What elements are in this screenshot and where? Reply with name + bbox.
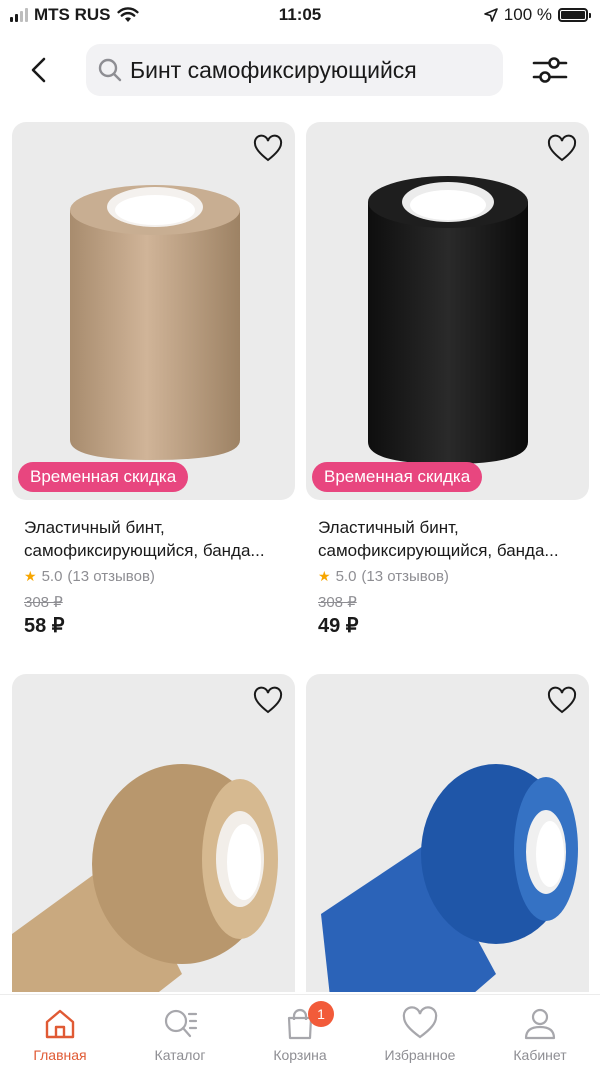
product-image[interactable]: Временная скидка xyxy=(306,122,589,500)
bottom-tab-bar: Главная Каталог 1 Корзина Избранное Каби… xyxy=(0,994,600,1066)
product-image[interactable] xyxy=(12,674,295,992)
rating-value: 5.0 xyxy=(41,568,63,585)
product-title[interactable]: Эластичный бинт, самофиксирующийся, банд… xyxy=(306,516,582,562)
current-price: 58 ₽ xyxy=(24,615,65,637)
tab-favorites[interactable]: Избранное xyxy=(360,995,480,1067)
product-card[interactable] xyxy=(306,674,589,992)
search-icon xyxy=(98,58,122,82)
profile-icon xyxy=(524,1008,556,1040)
home-icon xyxy=(45,1009,75,1039)
reviews-count: (13 отзывов) xyxy=(67,568,155,585)
product-card[interactable]: Временная скидка Эластичный бинт, самофи… xyxy=(12,122,295,638)
tab-cart[interactable]: 1 Корзина xyxy=(240,995,360,1067)
product-card[interactable]: Временная скидка Эластичный бинт, самофи… xyxy=(306,122,589,638)
heart-icon xyxy=(402,1006,438,1039)
search-input[interactable] xyxy=(130,56,490,84)
discount-badge: Временная скидка xyxy=(18,462,189,492)
tab-label: Главная xyxy=(33,1047,87,1063)
old-price: 308 ₽ xyxy=(24,594,63,611)
favorite-heart-icon[interactable] xyxy=(547,134,577,164)
bandage-roll-image xyxy=(368,176,528,464)
catalog-search-icon xyxy=(164,1009,198,1038)
product-grid: Временная скидка Эластичный бинт, самофи… xyxy=(0,122,600,992)
tab-catalog[interactable]: Каталог xyxy=(120,995,240,1067)
bandage-roll-image xyxy=(321,764,578,992)
product-image[interactable]: Временная скидка xyxy=(12,122,295,500)
tab-label: Каталог xyxy=(154,1047,206,1063)
rating-value: 5.0 xyxy=(335,568,357,585)
tab-label: Корзина xyxy=(273,1047,327,1063)
product-title-line1: Эластичный бинт, xyxy=(24,518,165,537)
favorite-heart-icon[interactable] xyxy=(253,134,283,164)
product-rating: ★ 5.0 (13 отзывов) xyxy=(306,568,589,585)
discount-badge: Временная скидка xyxy=(312,462,483,492)
star-icon: ★ xyxy=(24,568,37,584)
reviews-count: (13 отзывов) xyxy=(361,568,449,585)
status-right: 100 % xyxy=(483,5,591,25)
back-arrow-icon[interactable] xyxy=(22,52,58,88)
product-title-line1: Эластичный бинт, xyxy=(318,518,459,537)
status-bar: MTS RUS 11:05 100 % xyxy=(0,0,600,32)
tab-home[interactable]: Главная xyxy=(0,995,120,1067)
product-image[interactable] xyxy=(306,674,589,992)
product-card[interactable] xyxy=(12,674,295,992)
tab-label: Избранное xyxy=(384,1047,456,1063)
product-title[interactable]: Эластичный бинт, самофиксирующийся, банд… xyxy=(12,516,288,562)
search-header xyxy=(0,40,600,100)
battery-percent: 100 % xyxy=(503,5,552,24)
product-title-line2: самофиксирующийся, банда... xyxy=(24,541,265,560)
tab-account[interactable]: Кабинет xyxy=(480,995,600,1067)
favorite-heart-icon[interactable] xyxy=(547,686,577,716)
tab-label: Кабинет xyxy=(513,1047,567,1063)
filter-icon[interactable] xyxy=(530,54,570,86)
battery-icon xyxy=(558,8,591,22)
product-title-line2: самофиксирующийся, банда... xyxy=(318,541,559,560)
product-rating: ★ 5.0 (13 отзывов) xyxy=(12,568,295,585)
current-price: 49 ₽ xyxy=(318,615,359,637)
old-price: 308 ₽ xyxy=(318,594,357,611)
star-icon: ★ xyxy=(318,568,331,584)
bandage-roll-image xyxy=(70,185,240,460)
favorite-heart-icon[interactable] xyxy=(253,686,283,716)
search-bar[interactable] xyxy=(86,44,503,96)
bandage-roll-image xyxy=(12,764,278,992)
cart-count-badge: 1 xyxy=(308,1001,334,1027)
location-arrow-icon xyxy=(483,8,498,22)
